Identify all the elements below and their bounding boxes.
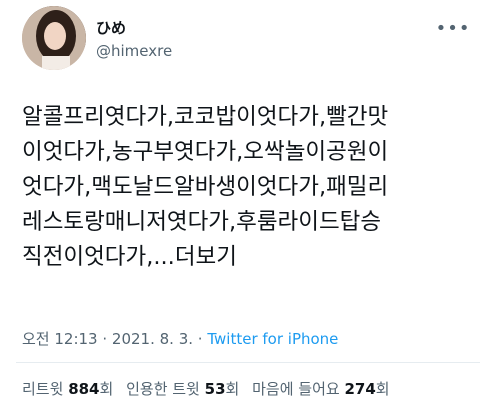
tweet-date: 2021. 8. 3. <box>111 330 194 348</box>
more-options-button[interactable]: ••• <box>436 18 470 39</box>
quotes-unit: 회 <box>225 380 240 398</box>
quotes-stat[interactable]: 인용한 트윗 53회 <box>126 380 239 398</box>
user-handle[interactable]: @himexre <box>96 40 172 62</box>
meta-separator: · <box>97 330 112 348</box>
retweets-stat[interactable]: 리트윗 884회 <box>22 380 113 398</box>
user-names: ひめ @himexre <box>96 18 172 62</box>
display-name[interactable]: ひめ <box>96 18 172 38</box>
tweet-source-link[interactable]: Twitter for iPhone <box>207 330 338 348</box>
divider <box>16 362 480 363</box>
retweets-count: 884 <box>68 380 100 398</box>
read-more-link[interactable]: 더보기 <box>175 244 237 270</box>
profile-photo-icon <box>22 6 86 70</box>
retweets-unit: 회 <box>99 380 114 398</box>
tweet-meta: 오전 12:13 · 2021. 8. 3. · Twitter for iPh… <box>22 328 338 349</box>
likes-stat[interactable]: 마음에 들어요 274회 <box>252 380 389 398</box>
tweet-stats: 리트윗 884회 인용한 트윗 53회 마음에 들어요 274회 <box>22 378 390 399</box>
avatar[interactable] <box>22 6 86 70</box>
quotes-count: 53 <box>204 380 226 398</box>
retweets-label: 리트윗 <box>22 380 64 398</box>
likes-count: 274 <box>344 380 376 398</box>
meta-separator: · <box>193 330 208 348</box>
likes-unit: 회 <box>375 380 390 398</box>
tweet-text: 알콜프리엿다가,코코밥이엇다가,빨간맛 이엇다가,농구부엿다가,오싹놀이공원이 … <box>22 100 462 275</box>
ellipsis-icon: ••• <box>435 17 471 39</box>
likes-label: 마음에 들어요 <box>252 380 340 398</box>
tweet-header: ひめ @himexre ••• <box>16 6 470 70</box>
tweet-time: 오전 12:13 <box>22 330 98 348</box>
quotes-label: 인용한 트윗 <box>126 380 200 398</box>
